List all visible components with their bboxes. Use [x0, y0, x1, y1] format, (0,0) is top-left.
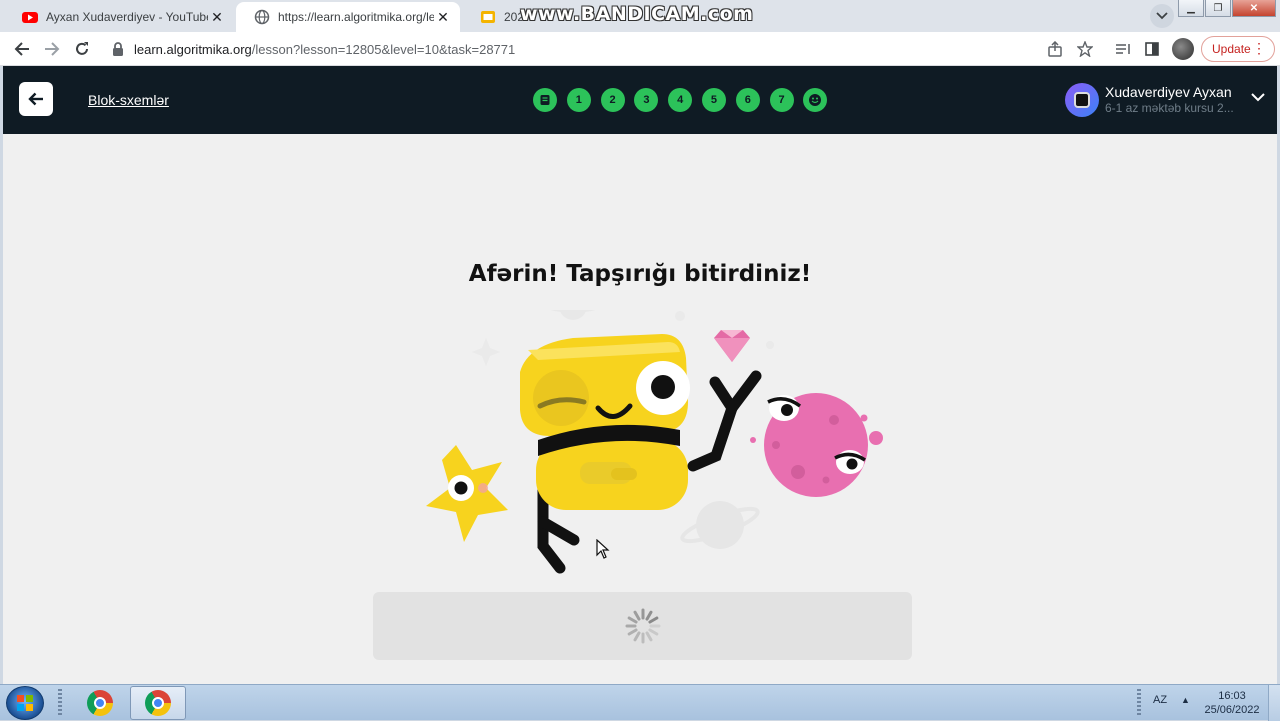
arrow-left-icon: [14, 42, 29, 56]
task-complete-screen: Afərin! Tapşırığı bitirdiniz!: [3, 134, 1277, 684]
close-tab-icon[interactable]: ✕: [208, 9, 226, 26]
step-theory[interactable]: [533, 88, 557, 112]
side-panel-icon[interactable]: [1143, 40, 1161, 58]
spinner-spoke: [645, 631, 652, 642]
chevron-down-icon: [1156, 12, 1168, 20]
completion-heading: Afərin! Tapşırığı bitirdiniz!: [468, 261, 812, 287]
start-button[interactable]: [6, 686, 44, 720]
share-icon[interactable]: [1046, 40, 1064, 58]
lock-icon: [113, 42, 123, 56]
user-avatar[interactable]: [1065, 83, 1099, 117]
youtube-icon: [22, 12, 38, 23]
url-host: learn.algoritmika.org: [134, 41, 252, 57]
back-nav-button[interactable]: [10, 37, 34, 61]
spinner-spoke: [627, 628, 638, 636]
step-7[interactable]: 7: [769, 88, 794, 112]
slides-icon: [481, 11, 495, 23]
arrow-right-icon: [45, 42, 60, 56]
step-finish[interactable]: [803, 88, 828, 112]
step-1[interactable]: 1: [566, 88, 591, 112]
tab-slides[interactable]: 2020-: [462, 2, 522, 32]
user-course: 6-1 az məktəb kursu 2...: [1105, 101, 1234, 115]
bookmark-star-icon[interactable]: [1076, 40, 1094, 58]
tab-search-button[interactable]: [1150, 4, 1174, 28]
robot-character: [520, 334, 690, 510]
url-path: /lesson?lesson=12805&level=10&task=28771: [251, 41, 516, 57]
update-label: Update: [1212, 42, 1251, 56]
window-controls: ▁ ❐ ✕: [1177, 0, 1276, 17]
address-bar[interactable]: learn.algoritmika.org/lesson?lesson=1280…: [104, 35, 1104, 63]
recording-watermark: www.BANDICAM.com: [520, 3, 754, 25]
tab-algoritmika[interactable]: https://learn.algoritmika.org/lesson ✕: [236, 2, 460, 32]
show-desktop-button[interactable]: [1268, 685, 1280, 721]
spinner-spoke: [647, 616, 658, 624]
mouse-cursor-icon: [596, 539, 610, 559]
browser-tab-strip: Ayxan Xudaverdiyev - YouTube ✕ https://l…: [0, 0, 1280, 32]
forward-nav-button[interactable]: [40, 37, 64, 61]
globe-icon: [254, 9, 270, 25]
taskbar-grip: [58, 689, 62, 717]
spinner-spoke: [633, 610, 640, 621]
robot-arm: [687, 370, 762, 472]
app-header: Blok-sxemlər 1 2 3 4 5 6 7 Xudaverdiyev …: [3, 66, 1277, 134]
step-5[interactable]: 5: [701, 88, 726, 112]
continue-loading-bar: [373, 592, 912, 660]
system-clock[interactable]: 16:03 25/06/2022: [1202, 689, 1262, 717]
clock-date: 25/06/2022: [1204, 704, 1260, 716]
step-4[interactable]: 4: [668, 88, 693, 112]
spinner-spoke: [647, 628, 658, 636]
celebration-illustration: [426, 310, 883, 574]
tab-title: Ayxan Xudaverdiyev - YouTube: [46, 10, 208, 24]
tray-expand-icon[interactable]: ▲: [1181, 695, 1190, 705]
browser-toolbar: learn.algoritmika.org/lesson?lesson=1280…: [0, 32, 1280, 66]
reading-list-icon[interactable]: [1114, 40, 1132, 58]
task-steps: 1 2 3 4 5 6 7: [533, 88, 837, 112]
spinner-spoke: [645, 610, 652, 621]
tab-title: https://learn.algoritmika.org/lesson: [278, 10, 434, 24]
gem-icon: [714, 330, 750, 362]
back-to-lesson-button[interactable]: [19, 82, 53, 116]
step-2[interactable]: 2: [600, 88, 625, 112]
spinner-spoke: [633, 631, 640, 642]
clock-time: 16:03: [1218, 690, 1246, 702]
document-icon: [540, 95, 550, 105]
close-tab-icon[interactable]: ✕: [434, 9, 452, 26]
taskbar-grip: [1137, 689, 1141, 717]
windows-logo-icon: [17, 695, 33, 711]
chrome-icon: [145, 690, 171, 716]
taskbar-chrome-app[interactable]: [72, 686, 128, 720]
step-3[interactable]: 3: [634, 88, 659, 112]
windows-taskbar: AZ ▲ 16:03 25/06/2022: [0, 684, 1280, 721]
reload-icon: [76, 42, 88, 55]
language-indicator[interactable]: AZ: [1153, 694, 1167, 706]
maximize-button[interactable]: ❐: [1205, 0, 1231, 17]
step-6[interactable]: 6: [735, 88, 760, 112]
profile-avatar[interactable]: [1172, 38, 1194, 60]
arrow-left-icon: [28, 92, 43, 106]
user-name: Xudaverdiyev Ayxan: [1105, 84, 1232, 100]
taskbar-chrome-window[interactable]: [130, 686, 186, 720]
spinner-spoke: [627, 616, 638, 624]
more-menu-icon: ⋮: [1252, 40, 1266, 56]
tab-youtube[interactable]: Ayxan Xudaverdiyev - YouTube ✕: [4, 2, 234, 32]
chevron-down-icon[interactable]: [1251, 93, 1265, 102]
update-button[interactable]: Update ⋮: [1201, 36, 1275, 62]
minimize-button[interactable]: ▁: [1178, 0, 1204, 17]
chrome-icon: [87, 690, 113, 716]
lesson-title-link[interactable]: Blok-sxemlər: [88, 92, 169, 108]
close-window-button[interactable]: ✕: [1232, 0, 1276, 17]
reload-button[interactable]: [70, 37, 94, 61]
loading-spinner-icon: [625, 608, 660, 644]
planet-character: [750, 393, 883, 497]
smiley-icon: [809, 94, 822, 106]
star-character: [426, 445, 508, 542]
